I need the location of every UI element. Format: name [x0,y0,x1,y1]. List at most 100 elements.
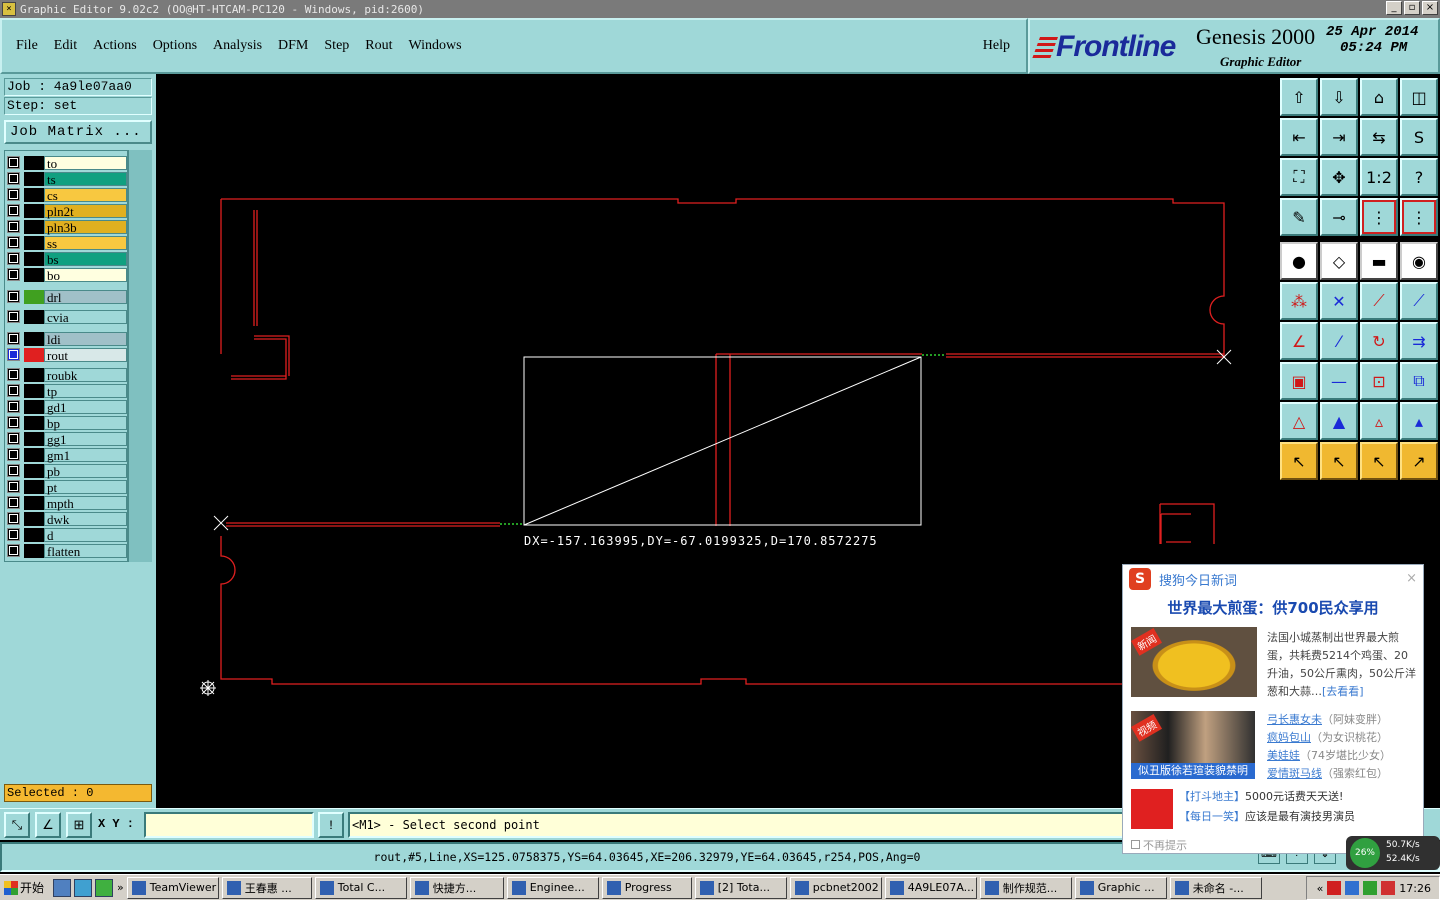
xy-input[interactable] [144,812,314,838]
layer-row-tp[interactable]: tp [7,383,127,398]
tool-layers-red-button[interactable]: ⋮ [1360,198,1398,236]
layer-checkbox[interactable] [7,416,20,429]
layer-checkbox[interactable] [7,156,20,169]
tray-app-icon[interactable] [1363,881,1378,895]
layer-name[interactable]: gg1 [44,431,127,446]
layer-color-swatch[interactable] [24,383,44,398]
tool-arrow4-button[interactable]: ↗ [1400,442,1438,480]
layer-row-d[interactable]: d [7,527,127,542]
layer-checkbox[interactable] [7,290,20,303]
layer-checkbox[interactable] [7,464,20,477]
layer-checkbox[interactable] [7,172,20,185]
layer-name[interactable]: dwk [44,511,127,526]
tool-s-button[interactable]: S [1400,118,1438,156]
layer-color-swatch[interactable] [24,347,44,362]
layer-name[interactable]: bs [44,251,127,266]
start-button[interactable]: 开始 [2,877,50,899]
menu-windows[interactable]: Windows [409,38,462,54]
tool-center-button[interactable]: ✥ [1320,158,1358,196]
layer-checkbox[interactable] [7,528,20,541]
menu-file[interactable]: File [16,38,38,54]
tool-box-button[interactable]: ⊡ [1360,362,1398,400]
taskbar-item[interactable]: 制作规范... [979,876,1072,899]
layer-name[interactable]: pt [44,479,127,494]
layer-row-cs[interactable]: cs [7,187,127,202]
tool-group-button[interactable]: ⧉ [1400,362,1438,400]
tool-ff-button[interactable]: ⇉ [1400,322,1438,360]
layer-name[interactable]: ts [44,171,127,186]
tool-node-button[interactable]: ⁂ [1280,282,1318,320]
layer-color-swatch[interactable] [24,219,44,234]
tool-line-red-button[interactable]: ⟋ [1360,282,1398,320]
layer-checkbox[interactable] [7,512,20,525]
layer-color-swatch[interactable] [24,527,44,542]
layer-color-swatch[interactable] [24,187,44,202]
tool-fit-button[interactable]: ⛶ [1280,158,1318,196]
layer-color-swatch[interactable] [24,267,44,282]
layer-name[interactable]: pb [44,463,127,478]
taskbar-item[interactable]: TeamViewer [126,876,219,899]
layer-checkbox[interactable] [7,204,20,217]
layer-checkbox[interactable] [7,448,20,461]
tray-shield-icon[interactable] [1381,881,1396,895]
layer-row-pln2t[interactable]: pln2t [7,203,127,218]
tool-query-button[interactable]: ? [1400,158,1438,196]
tray-expand[interactable]: « [1317,882,1324,895]
layer-color-swatch[interactable] [24,511,44,526]
no-remind-checkbox[interactable]: 不再提示 [1131,837,1187,853]
news-link-3[interactable]: 美娃娃 [1267,749,1300,762]
promo-line-1[interactable]: 【打斗地主】5000元话费天天送! [1179,787,1343,807]
layer-checkbox[interactable] [7,252,20,265]
layer-checkbox[interactable] [7,332,20,345]
menu-dfm[interactable]: DFM [278,38,308,54]
tool-cross-button[interactable]: ✕ [1320,282,1358,320]
layer-checkbox[interactable] [7,348,20,361]
measure-tool-button[interactable]: ∠ [35,812,61,838]
layer-checkbox[interactable] [7,310,20,323]
taskbar-item[interactable]: pcbnet2002 [789,876,882,899]
tool-move-up-button[interactable]: ⇧ [1280,78,1318,116]
menu-analysis[interactable]: Analysis [213,38,262,54]
layer-color-swatch[interactable] [24,309,44,324]
layer-row-bp[interactable]: bp [7,415,127,430]
quicklaunch-browser-icon[interactable] [95,878,113,897]
layer-row-gm1[interactable]: gm1 [7,447,127,462]
maximize-button[interactable]: ▫ [1404,1,1420,15]
taskbar-item[interactable]: Progress [601,876,692,899]
layer-color-swatch[interactable] [24,431,44,446]
layer-name[interactable]: gd1 [44,399,127,414]
layer-checkbox[interactable] [7,496,20,509]
layer-color-swatch[interactable] [24,235,44,250]
layer-name[interactable]: bo [44,267,127,282]
layer-color-swatch[interactable] [24,415,44,430]
grid-button[interactable]: ⊞ [66,812,92,838]
layer-row-bs[interactable]: bs [7,251,127,266]
quicklaunch-ie-icon[interactable] [74,878,92,897]
news-link-2[interactable]: 疯妈包山 [1267,731,1311,744]
popup-headline[interactable]: 世界最大煎蛋：供700民众享用 [1123,597,1423,618]
tool-scale-button[interactable]: 1:2 [1360,158,1398,196]
layer-color-swatch[interactable] [24,399,44,414]
layer-color-swatch[interactable] [24,447,44,462]
menu-options[interactable]: Options [153,38,197,54]
layer-row-ldi[interactable]: ldi [7,331,127,346]
tool-tri3-button[interactable]: ▵ [1360,402,1398,440]
layer-row-ss[interactable]: ss [7,235,127,250]
layer-name[interactable]: cvia [44,309,127,324]
layer-name[interactable]: d [44,527,127,542]
layer-color-swatch[interactable] [24,203,44,218]
layer-color-swatch[interactable] [24,331,44,346]
tool-pad2-button[interactable]: ▣ [1280,362,1318,400]
zoom-area-button[interactable]: ⤡ [4,812,30,838]
layer-color-swatch[interactable] [24,171,44,186]
popup-story[interactable]: 新闻 法国小城蒸制出世界最大煎蛋，共耗费5214个鸡蛋、20升油，50公斤熏肉，… [1131,627,1417,701]
tool-import-button[interactable]: ⇤ [1280,118,1318,156]
layer-name[interactable]: ldi [44,331,127,346]
layer-name[interactable]: cs [44,187,127,202]
layer-row-gg1[interactable]: gg1 [7,431,127,446]
layer-checkbox[interactable] [7,368,20,381]
info-button[interactable]: ! [318,812,344,838]
layer-row-roubk[interactable]: roubk [7,367,127,382]
tool-home-button[interactable]: ⌂ [1360,78,1398,116]
layer-row-pln3b[interactable]: pln3b [7,219,127,234]
